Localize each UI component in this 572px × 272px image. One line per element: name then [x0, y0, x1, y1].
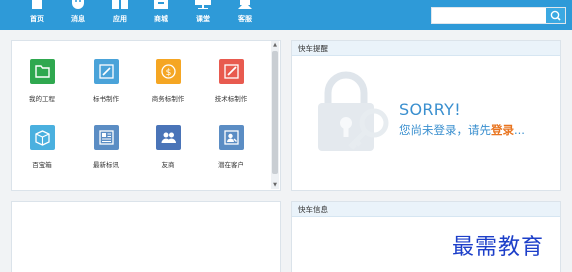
nav-label: 客服: [238, 15, 252, 23]
login-prompt: 您尚未登录，请先登录...: [399, 122, 525, 138]
info-panel-header: 快车信息: [292, 202, 560, 217]
app-tile-bid-doc[interactable]: 标书制作: [81, 59, 131, 105]
app-tile-label: 百宝箱: [32, 161, 52, 169]
reminder-panel-header: 快车提醒: [292, 41, 560, 56]
nav-label: 课堂: [196, 15, 210, 23]
info-panel-title: 快车信息: [298, 205, 328, 214]
nav-label: 消息: [71, 15, 85, 23]
news-icon: [94, 125, 119, 150]
reminder-panel-title: 快车提醒: [298, 44, 328, 53]
lock-icon: [318, 71, 389, 151]
search-box: [431, 7, 566, 24]
app-tile-label: 标书制作: [93, 95, 119, 103]
scroll-up-arrow-icon[interactable]: ▲: [271, 41, 279, 49]
nav-item-store[interactable]: 商城: [144, 0, 178, 30]
nav-item-classroom[interactable]: 课堂: [186, 0, 220, 30]
customer-service-icon: [238, 0, 252, 9]
app-tile-technical-bid[interactable]: 技术标制作: [206, 59, 256, 105]
app-tile-label: 友商: [161, 161, 175, 169]
svg-text:$: $: [166, 68, 172, 78]
app-tile-label: 我的工程: [29, 95, 55, 103]
app-tile-label: 最新标讯: [93, 161, 119, 169]
app-tile-my-projects[interactable]: 我的工程: [17, 59, 67, 105]
app-tile-potential-customers[interactable]: 潜在客户: [206, 125, 256, 171]
login-prompt-text: 您尚未登录，请先: [399, 123, 491, 137]
apps-scrollbar[interactable]: ▲ ▼: [271, 41, 279, 189]
pencil-icon: [219, 59, 244, 84]
customer-search-icon: [219, 125, 244, 150]
app-tile-partners[interactable]: 友商: [143, 125, 193, 171]
classroom-icon: [195, 0, 211, 9]
login-link[interactable]: 登录: [491, 123, 514, 137]
nav-label: 首页: [30, 15, 44, 23]
apps-panel: 我的工程 标书制作 $ 商务标制作 技术标制作 百宝箱 最新标讯 友商 潜在客户: [11, 40, 281, 191]
scrollbar-thumb[interactable]: [272, 51, 278, 174]
app-tile-label: 商务标制作: [151, 95, 185, 103]
app-tile-toolbox[interactable]: 百宝箱: [17, 125, 67, 171]
nav-item-customer-service[interactable]: 客服: [228, 0, 262, 30]
apps-icon: [112, 0, 128, 9]
home-icon: [32, 0, 42, 9]
search-icon: [550, 10, 561, 21]
bottom-left-panel: [11, 201, 281, 272]
login-prompt-suffix: ...: [514, 123, 525, 137]
app-tile-label: 潜在客户: [218, 161, 244, 169]
watermark-text: 最需教育: [452, 235, 545, 260]
nav-item-home[interactable]: 首页: [20, 0, 54, 30]
folder-icon: [30, 59, 55, 84]
nav-item-apps[interactable]: 应用: [103, 0, 137, 30]
message-icon: [72, 0, 84, 9]
coin-icon: $: [156, 59, 181, 84]
store-icon: [154, 0, 168, 9]
edit-icon: [94, 59, 119, 84]
app-tile-label: 技术标制作: [214, 95, 248, 103]
search-button[interactable]: [546, 8, 565, 23]
scroll-down-arrow-icon[interactable]: ▼: [271, 181, 279, 189]
app-tile-commercial-bid[interactable]: $ 商务标制作: [143, 59, 193, 105]
nav-item-message[interactable]: 消息: [61, 0, 95, 30]
app-tile-latest-bids[interactable]: 最新标讯: [81, 125, 131, 171]
nav-label: 应用: [113, 15, 127, 23]
partners-icon: [156, 125, 181, 150]
search-input[interactable]: [432, 8, 546, 23]
sorry-text: SORRY!: [399, 100, 461, 119]
nav-label: 商城: [154, 15, 168, 23]
box-icon: [30, 125, 55, 150]
